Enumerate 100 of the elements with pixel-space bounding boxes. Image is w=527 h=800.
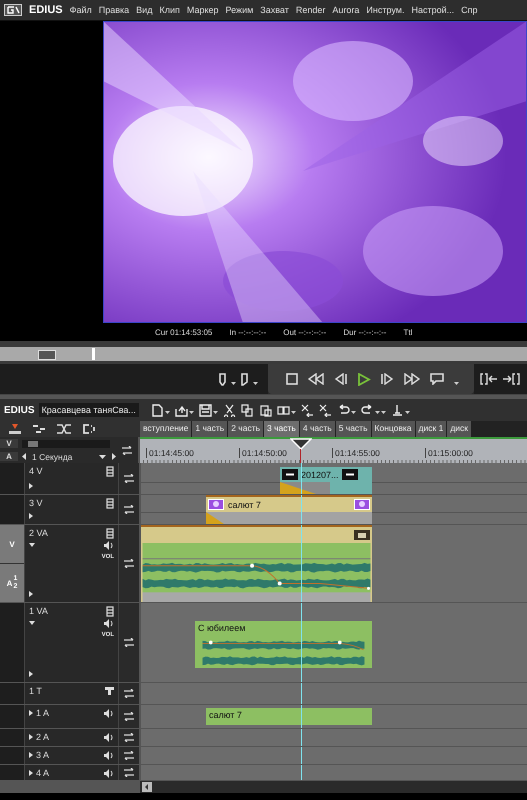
sequence-tab[interactable]: 2 часть <box>228 421 264 437</box>
cut-icon[interactable] <box>222 404 236 416</box>
slider-handle[interactable] <box>28 440 38 446</box>
video-patch[interactable]: V <box>0 525 24 564</box>
speaker-icon[interactable] <box>104 540 114 550</box>
audio-clip[interactable]: салют 7 <box>206 708 372 725</box>
rewind-icon[interactable] <box>308 373 324 385</box>
video-patch-toggle[interactable]: V <box>0 439 18 448</box>
menu-item[interactable]: Правка <box>98 5 130 15</box>
group-icon[interactable] <box>82 423 96 435</box>
copy-icon[interactable] <box>240 404 254 416</box>
collapse-arrow-icon[interactable] <box>29 543 35 547</box>
film-icon[interactable] <box>106 528 114 538</box>
sync-icon[interactable] <box>121 446 133 455</box>
left-arrow-icon[interactable] <box>22 453 26 460</box>
caret-icon[interactable] <box>404 411 410 414</box>
caret-icon[interactable] <box>350 411 356 414</box>
expand-arrow-icon[interactable] <box>29 671 33 677</box>
delete-icon[interactable] <box>300 404 314 416</box>
paste-icon[interactable] <box>258 404 272 416</box>
sync-icon[interactable] <box>123 505 135 514</box>
sync-icon[interactable] <box>123 559 135 568</box>
caret-icon[interactable] <box>188 411 194 414</box>
position-marker[interactable] <box>92 348 95 360</box>
sync-icon[interactable] <box>123 768 135 777</box>
menu-item[interactable]: Захват <box>260 5 289 15</box>
track-header[interactable]: 2 A <box>24 729 118 746</box>
menu-item[interactable]: Aurora <box>332 5 360 15</box>
caret-icon[interactable] <box>253 382 258 385</box>
track-header[interactable]: 1 T <box>24 683 118 704</box>
expand-arrow-icon[interactable] <box>29 710 33 716</box>
caret-icon[interactable] <box>231 382 236 385</box>
speaker-icon[interactable] <box>104 768 114 778</box>
caret-icon[interactable] <box>290 411 296 414</box>
expand-arrow-icon[interactable] <box>29 513 33 519</box>
speaker-icon[interactable] <box>104 732 114 742</box>
expand-arrow-icon[interactable] <box>29 591 33 597</box>
step-forward-icon[interactable] <box>381 373 394 385</box>
menu-item[interactable]: Клип <box>159 5 180 15</box>
fast-forward-icon[interactable] <box>404 373 420 385</box>
menu-item[interactable]: Спр <box>461 5 478 15</box>
sync-icon[interactable] <box>123 733 135 742</box>
audio-clip[interactable]: С юбилеем <box>195 621 372 668</box>
caret-icon[interactable] <box>454 382 459 385</box>
menu-item[interactable]: Render <box>296 5 326 15</box>
caret-icon[interactable] <box>99 454 106 458</box>
film-icon[interactable] <box>106 498 114 508</box>
speaker-icon[interactable] <box>104 750 114 760</box>
minus-icon[interactable] <box>342 469 358 480</box>
mark-in-icon[interactable] <box>218 372 227 386</box>
zoom-dropdown[interactable]: 1 Секунда <box>22 452 116 462</box>
right-arrow-icon[interactable] <box>112 453 116 460</box>
new-file-icon[interactable] <box>150 404 164 416</box>
speaker-icon[interactable] <box>104 618 114 628</box>
film-icon[interactable] <box>106 466 114 476</box>
track-header[interactable]: 1 A <box>24 705 118 728</box>
track-header[interactable]: 3 V <box>24 495 118 524</box>
sequence-tab[interactable]: Концовка <box>372 421 415 437</box>
track-header[interactable]: 4 A <box>24 765 118 780</box>
sync-icon[interactable] <box>123 638 135 647</box>
expand-arrow-icon[interactable] <box>29 734 33 740</box>
title-clip[interactable]: 201207... <box>280 467 372 494</box>
split-icon[interactable] <box>390 404 404 416</box>
jump-forward-icon[interactable] <box>502 373 520 385</box>
expand-arrow-icon[interactable] <box>29 770 33 776</box>
save-icon[interactable] <box>198 404 212 416</box>
mark-out-icon[interactable] <box>240 372 249 386</box>
sequence-tab[interactable]: 5 часть <box>336 421 371 437</box>
menu-item[interactable]: Маркер <box>186 5 219 15</box>
sequence-tab[interactable]: диск <box>447 421 471 437</box>
menu-item[interactable]: Инструм. <box>366 5 404 15</box>
sequence-tab[interactable]: 4 часть <box>300 421 335 437</box>
scrub-bar[interactable] <box>0 347 527 364</box>
redo-icon[interactable] <box>360 404 374 416</box>
expand-arrow-icon[interactable] <box>29 752 33 758</box>
scrub-handle[interactable] <box>38 350 56 360</box>
speaker-icon[interactable] <box>104 708 114 718</box>
menu-item[interactable]: Файл <box>70 5 92 15</box>
jump-back-icon[interactable] <box>480 373 498 385</box>
track-header[interactable]: 3 A <box>24 747 118 764</box>
stop-icon[interactable] <box>286 373 298 385</box>
track-header[interactable]: 4 V <box>24 463 118 494</box>
time-ruler[interactable]: 01:14:45:00 01:14:50:00 01:14:55:00 01:15:00:00 <box>140 437 527 463</box>
audio-patch-toggle[interactable]: A <box>0 452 18 461</box>
play-icon[interactable] <box>357 372 371 386</box>
title-track-icon[interactable] <box>105 687 114 695</box>
sync-mode-icon[interactable] <box>32 423 46 435</box>
sequence-tab[interactable]: диск 1 <box>416 421 446 437</box>
ripple-icon[interactable] <box>276 404 290 416</box>
link-icon[interactable] <box>56 423 72 435</box>
menu-item[interactable]: Режим <box>226 5 254 15</box>
step-back-icon[interactable] <box>334 373 347 385</box>
caret-icon[interactable] <box>212 411 218 414</box>
sync-icon[interactable] <box>123 751 135 760</box>
sync-icon[interactable] <box>123 474 135 483</box>
zoom-slider[interactable] <box>22 440 110 448</box>
sync-icon[interactable] <box>123 712 135 721</box>
expand-arrow-icon[interactable] <box>29 483 33 489</box>
sequence-tab[interactable]: вступление <box>140 421 192 437</box>
menu-item[interactable]: Настрой... <box>411 5 454 15</box>
